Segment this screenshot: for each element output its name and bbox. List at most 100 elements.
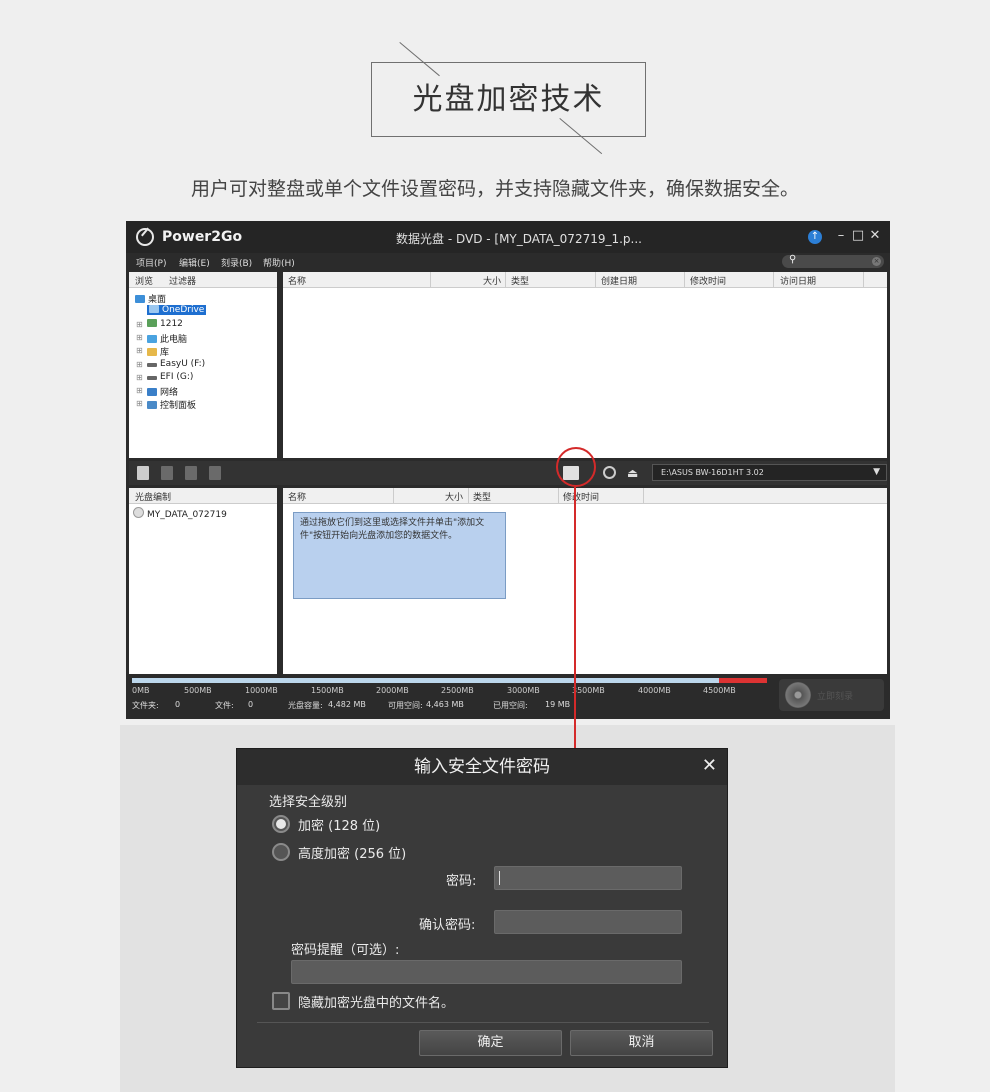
radio-128bit-label[interactable]: 加密 (128 位) (298, 815, 380, 834)
column-name[interactable]: 名称 (288, 274, 306, 287)
add-file-icon[interactable] (137, 466, 149, 480)
disc-column-name[interactable]: 名称 (288, 490, 306, 503)
column-accessed[interactable]: 访问日期 (780, 274, 816, 287)
expand-icon[interactable]: ⊞ (136, 386, 143, 395)
capacity-label: 光盘容量: (288, 701, 323, 710)
radio-128bit[interactable] (272, 815, 290, 833)
expand-icon[interactable]: ⊞ (136, 373, 143, 382)
disc-icon (133, 507, 144, 518)
minimize-button[interactable]: – (834, 228, 848, 244)
close-button[interactable]: ✕ (868, 228, 882, 244)
tree-item-library[interactable]: 库 (147, 345, 169, 358)
confirm-password-label: 确认密码: (419, 918, 476, 933)
security-level-label: 选择安全级别 (269, 795, 348, 810)
desktop-icon (135, 295, 145, 303)
library-icon (147, 348, 157, 356)
expand-icon[interactable]: ⊞ (136, 346, 143, 355)
rename-icon[interactable] (209, 466, 221, 480)
tab-filter[interactable]: 过滤器 (169, 274, 196, 287)
used-label: 已用空间: (493, 701, 528, 710)
menu-help[interactable]: 帮助(H) (263, 256, 295, 269)
copy-icon[interactable] (185, 466, 197, 480)
column-created[interactable]: 创建日期 (601, 274, 637, 287)
hide-names-label[interactable]: 隐藏加密光盘中的文件名。 (298, 992, 454, 1011)
password-field[interactable] (494, 866, 682, 890)
tab-browse[interactable]: 浏览 (135, 274, 153, 287)
refresh-icon[interactable] (603, 466, 616, 479)
disc-column-type[interactable]: 类型 (473, 490, 491, 503)
menu-project[interactable]: 项目(P) (136, 256, 166, 269)
tree-item-easyu[interactable]: EasyU (F:) (147, 359, 205, 369)
disc-root-item[interactable]: MY_DATA_072719 (133, 507, 227, 520)
scale-label: 4500MB (703, 686, 736, 695)
password-label: 密码: (446, 874, 477, 889)
tree-item-control-panel[interactable]: 控制面板 (147, 398, 196, 411)
remove-file-icon[interactable] (161, 466, 173, 480)
page-title: 光盘加密技术 (412, 82, 605, 117)
disc-column-size[interactable]: 大小 (445, 490, 463, 503)
tree-item-this-pc[interactable]: 此电脑 (147, 332, 187, 345)
callout-line (574, 487, 576, 750)
folders-label: 文件夹: (132, 701, 159, 710)
tree-item-onedrive[interactable]: OneDrive (147, 305, 207, 315)
expand-icon[interactable]: ⊞ (136, 360, 143, 369)
drive-select[interactable]: E:\ASUS BW-16D1HT 3.02 ▼ (652, 464, 887, 481)
tree-item-user[interactable]: 1212 (147, 319, 183, 329)
disc-toolbar: ⏏ E:\ASUS BW-16D1HT 3.02 ▼ (129, 461, 887, 485)
column-type[interactable]: 类型 (511, 274, 529, 287)
hide-names-checkbox[interactable] (272, 992, 290, 1010)
cancel-button[interactable]: 取消 (570, 1030, 713, 1056)
maximize-button[interactable]: □ (851, 228, 865, 244)
password-dialog: 输入安全文件密码 ✕ 选择安全级别 加密 (128 位) 高度加密 (256 位… (236, 748, 728, 1068)
confirm-password-field[interactable] (494, 910, 682, 934)
file-list-pane: 名称 大小 类型 创建日期 修改时间 访问日期 (283, 272, 887, 458)
column-size[interactable]: 大小 (483, 274, 501, 287)
expand-icon[interactable]: ⊞ (136, 399, 143, 408)
menu-bar: 项目(P) 编辑(E) 刻录(B) 帮助(H) ⚲ × (126, 253, 890, 271)
column-modified[interactable]: 修改时间 (690, 274, 726, 287)
eject-icon[interactable]: ⏏ (627, 466, 638, 480)
dialog-divider (257, 1022, 709, 1023)
tree-item-desktop[interactable]: 桌面 (135, 292, 166, 305)
tree-item-efi[interactable]: EFI (G:) (147, 372, 193, 382)
drive-icon (147, 376, 157, 380)
chevron-down-icon: ▼ (873, 467, 880, 477)
scale-label: 1000MB (245, 686, 278, 695)
expand-icon[interactable]: ⊞ (136, 333, 143, 342)
browse-pane: 浏览 过滤器 桌面 OneDrive ⊞ 1212 ⊞ 此电脑 ⊞ 库 ⊞ Ea… (129, 272, 277, 458)
menu-burn[interactable]: 刻录(B) (221, 256, 252, 269)
dialog-title: 输入安全文件密码 (414, 757, 550, 777)
search-input[interactable]: ⚲ × (782, 254, 884, 268)
power2go-logo-icon (136, 228, 154, 246)
radio-256bit-label[interactable]: 高度加密 (256 位) (298, 843, 406, 862)
status-bar: 0MB 500MB 1000MB 1500MB 2000MB 2500MB 30… (129, 677, 887, 717)
burn-now-button[interactable]: 立即刻录 (779, 679, 884, 711)
radio-256bit[interactable] (272, 843, 290, 861)
update-icon[interactable]: ↑ (808, 230, 822, 244)
free-value: 4,463 MB (426, 700, 464, 709)
scale-label: 2500MB (441, 686, 474, 695)
window-title: 数据光盘 - DVD - [MY_DATA_072719_1.p... (396, 232, 642, 246)
add-files-hint: 通过拖放它们到这里或选择文件并单击"添加文件"按钮开始向光盘添加您的数据文件。 (293, 512, 506, 599)
drive-icon (147, 363, 157, 367)
disc-column-modified[interactable]: 修改时间 (563, 490, 599, 503)
menu-edit[interactable]: 编辑(E) (179, 256, 210, 269)
app-name: Power2Go (162, 229, 243, 245)
files-label: 文件: (215, 701, 234, 710)
disc-panel-header: 光盘编制 (135, 493, 172, 503)
close-icon[interactable]: ✕ (702, 755, 717, 777)
cloud-icon (149, 305, 159, 313)
dialog-header: 输入安全文件密码 ✕ (237, 749, 727, 785)
free-label: 可用空间: (388, 701, 423, 710)
page-subtitle: 用户可对整盘或单个文件设置密码，并支持隐藏文件夹，确保数据安全。 (190, 178, 799, 200)
tree-item-network[interactable]: 网络 (147, 385, 178, 398)
highlight-circle (556, 447, 596, 487)
computer-icon (147, 335, 157, 343)
expand-icon[interactable]: ⊞ (136, 320, 143, 329)
ok-button[interactable]: 确定 (419, 1030, 562, 1056)
clear-search-icon[interactable]: × (872, 257, 881, 266)
disc-icon (785, 682, 811, 708)
title-frame: 光盘加密技术 (371, 62, 646, 137)
control-panel-icon (147, 401, 157, 409)
password-hint-field[interactable] (291, 960, 682, 984)
